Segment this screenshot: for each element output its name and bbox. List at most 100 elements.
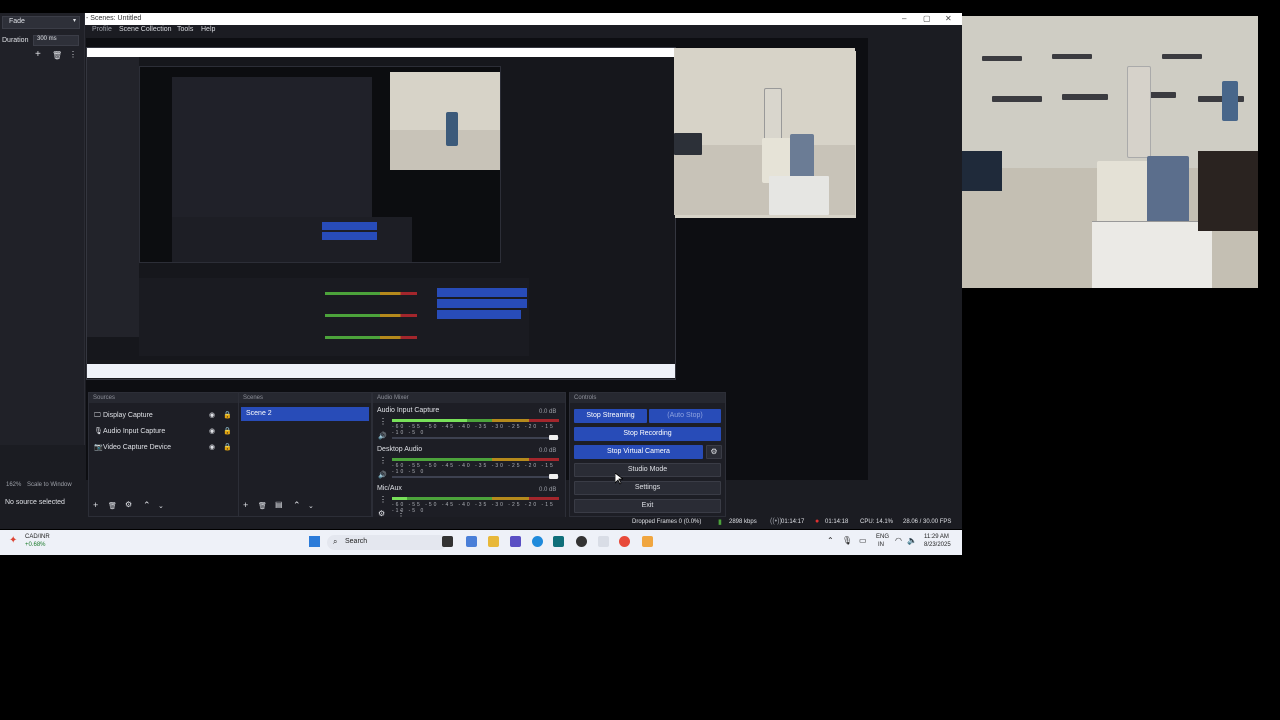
task-view-icon[interactable] — [442, 536, 453, 547]
lock-icon[interactable]: 🔒 — [223, 409, 232, 423]
filter-icon[interactable]: ▤ — [275, 500, 283, 509]
move-down-icon[interactable]: ⌄ — [308, 502, 314, 510]
search-icon: ⌕ — [333, 537, 338, 546]
more-icon[interactable]: ⋮ — [379, 495, 387, 504]
edge-icon[interactable] — [532, 536, 543, 547]
eye-icon[interactable]: ◉ — [209, 441, 215, 455]
microphone-icon[interactable]: 🎙 — [842, 536, 852, 545]
menu-help[interactable]: Help — [201, 26, 215, 33]
title-bar: - Scenes: Untitled – ▢ ✕ — [0, 13, 962, 25]
source-item[interactable]: 🖵 Display Capture ◉ 🔒 — [89, 409, 238, 423]
bitrate: 2898 kbps — [729, 519, 757, 525]
volume-slider[interactable] — [392, 476, 559, 478]
language-label[interactable]: ENG — [876, 534, 889, 540]
transition-select[interactable]: Fade ▾ — [2, 16, 80, 29]
auto-stop-button[interactable]: (Auto Stop) — [649, 409, 721, 423]
lock-icon[interactable]: 🔒 — [223, 441, 232, 455]
controls-dock: Controls Stop Streaming (Auto Stop) Stop… — [569, 392, 726, 517]
trash-icon[interactable]: 🗑 — [108, 502, 117, 510]
chrome-icon[interactable] — [619, 536, 630, 547]
teams-icon[interactable] — [510, 536, 521, 547]
minimize-icon[interactable]: – — [902, 14, 906, 23]
eye-icon[interactable]: ◉ — [209, 409, 215, 423]
level-meter-fill — [392, 419, 467, 422]
meter-ticks: -60 -55 -50 -45 -40 -35 -30 -25 -20 -15 … — [392, 463, 555, 475]
duration-value: 300 ms — [37, 36, 57, 42]
folder-icon[interactable] — [642, 536, 653, 547]
stream-time: 01:14:17 — [781, 519, 805, 525]
windows-start-icon[interactable] — [309, 536, 320, 547]
source-name: Display Capture — [103, 412, 153, 419]
trash-icon[interactable]: 🗑 — [52, 51, 62, 60]
transition-selected: Fade — [9, 18, 25, 25]
more-icon[interactable]: ⋮ — [69, 50, 77, 59]
menu-scene-collection[interactable]: Scene Collection — [119, 26, 172, 33]
channel-db: 0.0 dB — [539, 487, 557, 493]
stop-recording-button[interactable]: Stop Recording — [574, 427, 721, 441]
virtual-camera-settings-icon[interactable]: ⚙ — [706, 445, 722, 459]
dropped-frames: Dropped Frames 0 (0.0%) — [632, 519, 702, 525]
sources-header: Sources — [89, 393, 238, 403]
speaker-icon[interactable]: 🔊 — [378, 471, 387, 479]
channel-db: 0.0 dB — [539, 448, 557, 454]
monitor-icon: 🖵 — [94, 412, 101, 419]
stop-virtual-camera-button[interactable]: Stop Virtual Camera — [574, 445, 703, 459]
no-source-label: No source selected — [5, 499, 65, 506]
speaker-icon[interactable]: 🔊 — [378, 432, 387, 440]
file-explorer-icon[interactable] — [488, 536, 499, 547]
ticker-label: CAD/INR — [25, 534, 50, 540]
sources-toolbar: + 🗑 ⚙ ⌃ ⌄ — [93, 500, 233, 512]
studio-mode-button[interactable]: Studio Mode — [574, 463, 721, 477]
store-icon[interactable] — [553, 536, 564, 547]
mixer-channel: Desktop Audio 0.0 dB ⋮ -60 -55 -50 -45 -… — [373, 444, 565, 482]
copilot-icon[interactable] — [466, 536, 477, 547]
scenes-toolbar: + 🗑 ▤ ⌃ ⌄ — [243, 500, 367, 512]
move-up-icon[interactable]: ⌃ — [143, 500, 151, 511]
settings-button[interactable]: Settings — [574, 481, 721, 495]
source-name: Audio Input Capture — [103, 428, 166, 435]
more-icon[interactable]: ⋮ — [379, 456, 387, 465]
taskbar-search[interactable]: ⌕ Search — [327, 535, 447, 550]
exit-button[interactable]: Exit — [574, 499, 721, 513]
source-item[interactable]: 📷 Video Capture Device ◉ 🔒 — [89, 441, 238, 455]
wifi-icon[interactable]: ◠ — [895, 536, 902, 545]
level-meter-fill — [392, 497, 407, 500]
stop-streaming-button[interactable]: Stop Streaming — [574, 409, 647, 423]
maximize-icon[interactable]: ▢ — [923, 14, 931, 23]
volume-icon[interactable]: 🔈 — [907, 536, 917, 545]
add-icon[interactable]: + — [35, 49, 41, 60]
mixer-channel: Mic/Aux 0.0 dB ⋮ -60 -55 -50 -45 -40 -35… — [373, 483, 565, 521]
volume-knob[interactable] — [549, 474, 558, 479]
source-item[interactable]: 🎙 Audio Input Capture ◉ 🔒 — [89, 425, 238, 439]
fps: 28.06 / 30.00 FPS — [903, 519, 952, 525]
menu-profile[interactable]: Profile — [92, 26, 112, 33]
cpu-usage: CPU: 14.1% — [860, 519, 894, 525]
status-bar: Dropped Frames 0 (0.0%) ▮ 2898 kbps ((•)… — [0, 517, 962, 529]
more-icon[interactable]: ⋮ — [379, 417, 387, 426]
clock-time[interactable]: 11:29 AM — [924, 534, 949, 540]
move-up-icon[interactable]: ⌃ — [293, 500, 301, 511]
eye-icon[interactable]: ◉ — [209, 425, 215, 439]
chevron-up-icon[interactable]: ⌃ — [827, 536, 834, 545]
trash-icon[interactable]: 🗑 — [258, 502, 267, 510]
app-icon[interactable] — [598, 536, 609, 547]
volume-knob[interactable] — [549, 435, 558, 440]
scene-item-active[interactable]: Scene 2 — [241, 407, 369, 421]
nested-preview-2 — [172, 77, 372, 227]
door — [1198, 151, 1258, 231]
obs-icon[interactable] — [576, 536, 587, 547]
close-icon[interactable]: ✕ — [945, 14, 952, 23]
add-icon[interactable]: + — [93, 500, 98, 510]
scenes-header: Scenes — [239, 393, 371, 403]
menu-tools[interactable]: Tools — [177, 26, 193, 33]
tray-icon[interactable]: ▭ — [859, 536, 867, 545]
gear-icon[interactable]: ⚙ — [125, 500, 132, 509]
lock-icon[interactable]: 🔒 — [223, 425, 232, 439]
clock-date: 8/23/2025 — [924, 542, 951, 548]
move-down-icon[interactable]: ⌄ — [158, 502, 164, 510]
add-icon[interactable]: + — [243, 500, 248, 510]
camera-icon: 📷 — [94, 444, 103, 451]
stock-ticker-icon[interactable]: ✦ — [9, 535, 17, 546]
volume-slider[interactable] — [392, 437, 559, 439]
duration-field[interactable]: 300 ms — [33, 35, 79, 46]
